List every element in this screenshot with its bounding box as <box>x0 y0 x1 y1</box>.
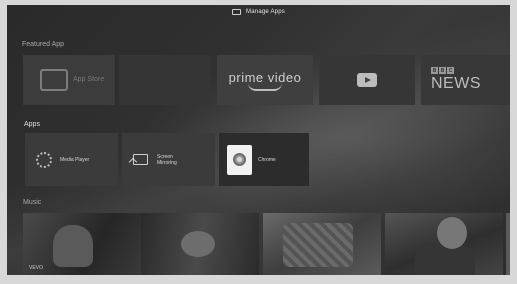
top-bar-title[interactable]: Manage Apps <box>246 9 285 15</box>
music-tile-1[interactable]: VEVO <box>23 213 141 275</box>
music-tile-5-partial[interactable] <box>506 213 510 275</box>
featured-app-store-tile[interactable]: App Store <box>23 55 115 105</box>
music-tile-4[interactable] <box>385 213 503 275</box>
featured-app-store-label: App Store <box>73 76 105 83</box>
app-name-chrome: Chrome <box>258 156 276 163</box>
app-tile-media-player[interactable]: Media Player <box>25 133 118 186</box>
music-thumbnail-body <box>415 243 475 275</box>
bbc-news-text: NEWS <box>431 75 481 92</box>
music-thumbnail-figure <box>283 223 353 267</box>
tv-screen: Manage Apps Featured App App Store prime… <box>7 5 510 275</box>
featured-blank-tile[interactable] <box>119 55 211 105</box>
music-tile-1-caption: VEVO <box>29 265 43 271</box>
featured-youtube-tile[interactable] <box>319 55 415 105</box>
top-bar: Manage Apps <box>7 5 510 19</box>
app-name-media-player: Media Player <box>60 156 90 163</box>
music-thumbnail-figure <box>437 217 467 249</box>
music-section-label: Music <box>23 199 42 206</box>
featured-prime-video-tile[interactable]: prime video <box>217 55 313 105</box>
music-thumbnail-figure <box>53 225 93 267</box>
media-player-icon <box>33 149 54 170</box>
bbc-box-3: C <box>447 67 454 74</box>
featured-row: App Store prime video B B C NEWS <box>23 55 510 105</box>
app-tile-screen-mirroring[interactable]: Screen Mirroring <box>122 133 215 186</box>
shopping-bag-icon <box>40 69 68 91</box>
apps-section-label: Apps <box>24 121 40 128</box>
bbc-logo: B B C <box>431 67 454 74</box>
bbc-box-2: B <box>439 67 446 74</box>
music-thumbnail-figure <box>181 231 215 257</box>
music-tile-3[interactable] <box>263 213 381 275</box>
bbc-box-1: B <box>431 67 438 74</box>
music-row: VEVO <box>23 213 510 275</box>
app-tile-chrome[interactable]: Chrome <box>219 133 309 186</box>
music-tile-2[interactable] <box>141 213 259 275</box>
featured-section-label: Featured App <box>22 41 65 48</box>
featured-bbc-news-tile[interactable]: B B C NEWS <box>421 55 510 105</box>
manage-apps-icon[interactable] <box>232 9 242 15</box>
app-name-screen-mirroring: Screen Mirroring <box>157 153 177 166</box>
screen-mirroring-icon <box>130 149 151 170</box>
chrome-icon <box>227 144 252 175</box>
youtube-play-icon <box>357 73 377 87</box>
prime-video-smile-icon <box>248 83 282 91</box>
